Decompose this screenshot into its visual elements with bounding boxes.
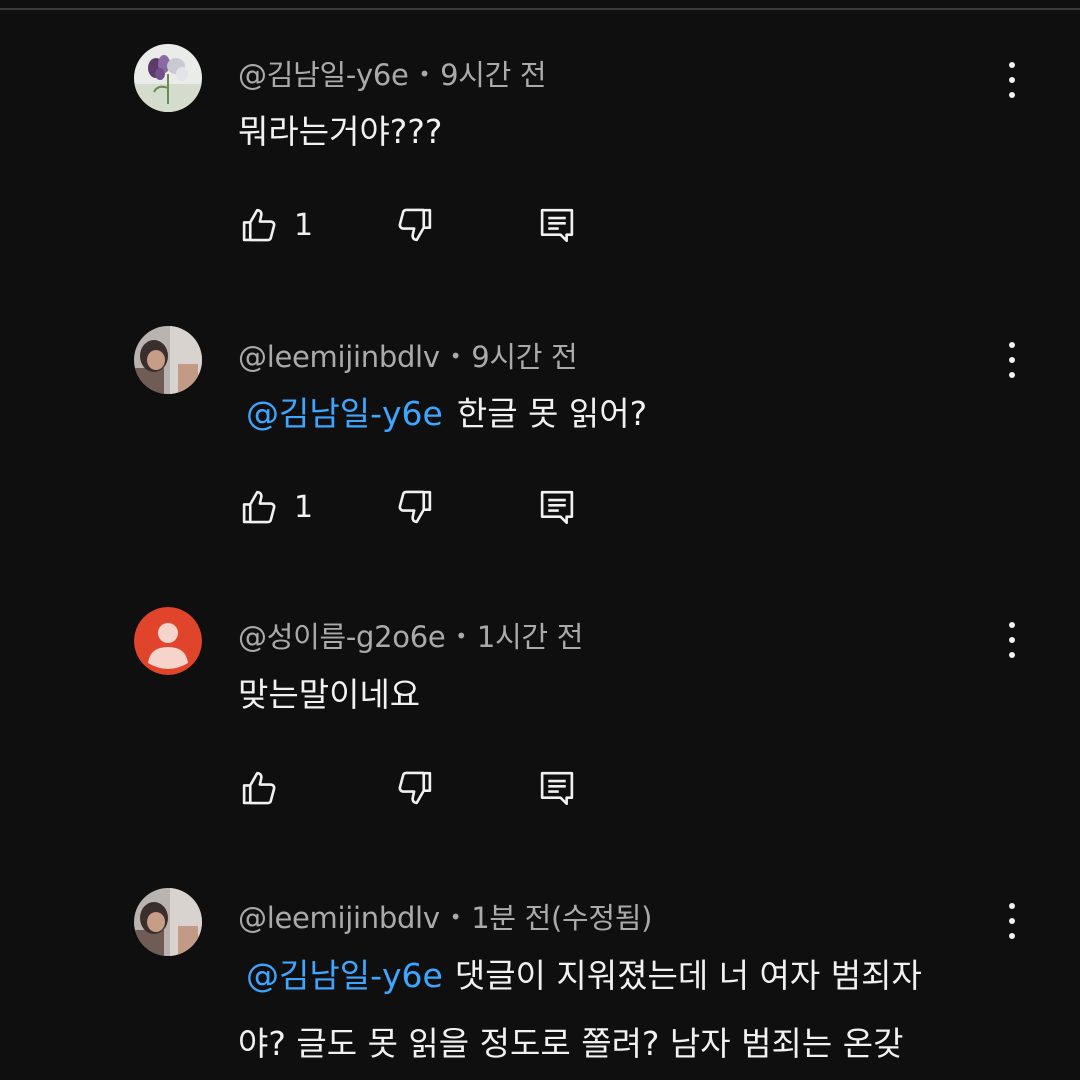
mention-link[interactable]: @김남일-y6e	[238, 956, 443, 995]
comment-author[interactable]: @leemijinbdlv	[238, 901, 440, 935]
default-user-icon	[134, 607, 202, 675]
comment-text: @김남일-y6e 댓글이 지워졌는데 너 여자 범죄자	[238, 948, 922, 1004]
reply-button[interactable]	[536, 486, 578, 528]
comment-text-content: 야? 글도 못 읽을 정도로 쫄려? 남자 범죄는 온갖	[238, 1024, 904, 1063]
comment-text: @김남일-y6e 한글 못 읽어?	[238, 386, 647, 442]
comment-text: 뭐라는거야???	[238, 104, 442, 160]
like-count: 1	[294, 489, 314, 525]
comment-text-content: 뭐라는거야???	[238, 112, 443, 151]
comment-time[interactable]: 1시간 전	[477, 620, 584, 654]
separator-dot: •	[455, 624, 467, 648]
dislike-button[interactable]	[394, 767, 436, 809]
mention-link[interactable]: @김남일-y6e	[238, 394, 443, 433]
comment-actions	[238, 767, 638, 811]
like-button[interactable]	[238, 767, 294, 809]
comment-text-content: 댓글이 지워졌는데 너 여자 범죄자	[454, 956, 922, 995]
avatar[interactable]	[134, 44, 202, 112]
reply-icon	[540, 771, 574, 806]
thumb-up-icon	[242, 771, 276, 805]
dislike-button[interactable]	[394, 486, 436, 528]
comment-actions: 1	[238, 486, 638, 530]
person-photo-icon	[134, 888, 202, 956]
person-photo-icon	[134, 326, 202, 394]
thumb-down-icon	[398, 771, 432, 805]
comment-meta: @leemijinbdlv • 9시간 전	[238, 334, 578, 376]
comment-author[interactable]: @성이름-g2o6e	[238, 620, 446, 654]
comment-time[interactable]: 1분 전(수정됨)	[471, 901, 652, 935]
comment-text-content: 한글 못 읽어?	[456, 394, 648, 433]
separator-dot: •	[418, 62, 431, 86]
more-vert-icon[interactable]	[1000, 60, 1024, 100]
like-button[interactable]: 1	[238, 486, 313, 528]
dislike-button[interactable]	[394, 204, 436, 246]
reply-button[interactable]	[536, 767, 578, 809]
comment-actions: 1	[238, 204, 638, 248]
thumb-down-icon	[398, 490, 432, 524]
thumb-up-icon	[242, 490, 276, 524]
like-count: 1	[294, 207, 314, 243]
reply-button[interactable]	[536, 204, 578, 246]
more-vert-icon[interactable]	[1000, 620, 1024, 660]
separator-dot: •	[449, 905, 462, 929]
comment-author[interactable]: @leemijinbdlv	[238, 340, 440, 374]
comment-time[interactable]: 9시간 전	[440, 58, 547, 92]
comment-meta: @김남일-y6e • 9시간 전	[238, 52, 547, 94]
separator-dot: •	[449, 344, 462, 368]
like-button[interactable]: 1	[238, 204, 313, 246]
avatar[interactable]	[134, 888, 202, 956]
more-vert-icon[interactable]	[1000, 340, 1024, 380]
comment-text-line-2: 야? 글도 못 읽을 정도로 쫄려? 남자 범죄는 온갖	[238, 1016, 903, 1072]
reply-icon	[540, 208, 574, 243]
thumb-down-icon	[398, 208, 432, 242]
comment-meta: @성이름-g2o6e • 1시간 전	[238, 614, 583, 656]
flower-photo-icon	[134, 44, 202, 112]
more-vert-icon[interactable]	[1000, 901, 1024, 941]
comment-text-content: 맞는말이네요	[238, 675, 421, 714]
thumb-up-icon	[242, 208, 276, 242]
reply-icon	[540, 490, 574, 525]
avatar[interactable]	[134, 326, 202, 394]
comment-author[interactable]: @김남일-y6e	[238, 58, 409, 92]
comment-time[interactable]: 9시간 전	[471, 340, 578, 374]
top-divider	[0, 0, 1080, 10]
comment-text: 맞는말이네요	[238, 667, 420, 723]
comment-meta: @leemijinbdlv • 1분 전(수정됨)	[238, 895, 652, 937]
avatar[interactable]	[134, 607, 202, 675]
